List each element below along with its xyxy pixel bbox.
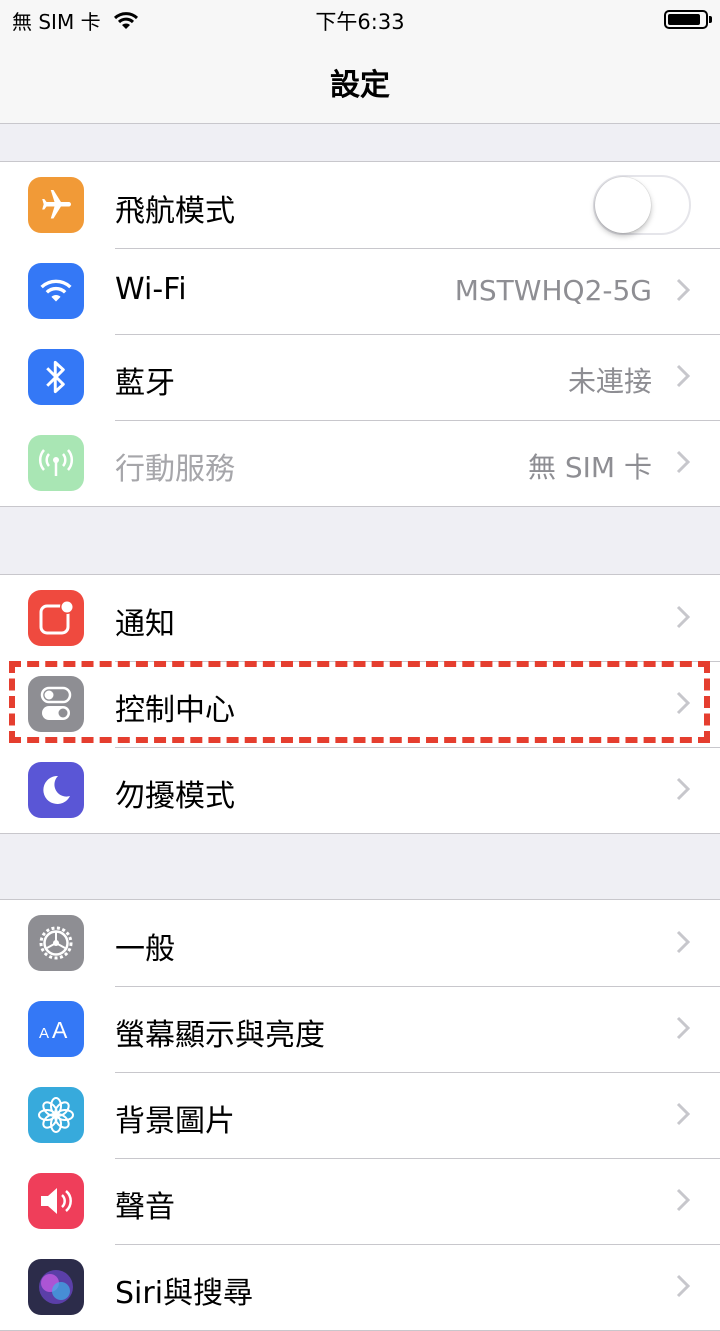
settings-row-label: Siri與搜尋 xyxy=(115,1276,254,1311)
gear-icon xyxy=(28,915,84,971)
wifi-icon xyxy=(28,263,84,319)
settings-group-general: 一般 A A 螢幕顯示與亮度 背景圖片 聲音 Siri與搜尋 xyxy=(0,899,720,1331)
battery-icon xyxy=(664,10,712,29)
settings-row-label: 藍牙 xyxy=(115,366,175,401)
chevron-right-icon xyxy=(676,777,690,801)
navigation-bar: 設定 xyxy=(0,40,720,124)
settings-row-label: 飛航模式 xyxy=(115,194,235,229)
settings-row-wifi[interactable]: Wi-Fi MSTWHQ2-5G xyxy=(0,248,720,334)
notifications-icon xyxy=(28,590,84,646)
antenna-icon xyxy=(28,435,84,491)
settings-row-bluetooth[interactable]: 藍牙 未連接 xyxy=(0,334,720,420)
page-title: 設定 xyxy=(330,68,390,103)
chevron-right-icon xyxy=(676,1016,690,1040)
settings-group-connectivity: 飛航模式 Wi-Fi MSTWHQ2-5G 藍牙 未連接 行動服務 無 SIM … xyxy=(0,161,720,507)
settings-row-value: MSTWHQ2-5G xyxy=(454,274,652,307)
settings-row-value: 無 SIM 卡 xyxy=(528,451,652,484)
settings-row-wallpaper[interactable]: 背景圖片 xyxy=(0,1072,720,1158)
chevron-right-icon xyxy=(676,1188,690,1212)
settings-row-do-not-disturb[interactable]: 勿擾模式 xyxy=(0,747,720,833)
sound-icon xyxy=(28,1173,84,1229)
settings-row-label: 行動服務 xyxy=(115,452,235,487)
siri-icon xyxy=(28,1259,84,1315)
settings-row-display-brightness[interactable]: A A 螢幕顯示與亮度 xyxy=(0,986,720,1072)
settings-row-label: 聲音 xyxy=(115,1190,175,1225)
settings-row-general[interactable]: 一般 xyxy=(0,900,720,986)
settings-row-label: 背景圖片 xyxy=(115,1104,235,1139)
settings-row-value: 未連接 xyxy=(567,365,652,398)
chevron-right-icon xyxy=(676,1102,690,1126)
status-bar: 無 SIM 卡 下午6:33 xyxy=(0,0,720,40)
chevron-right-icon xyxy=(676,691,690,715)
chevron-right-icon xyxy=(676,450,690,474)
settings-row-airplane-mode: 飛航模式 xyxy=(0,162,720,248)
settings-row-label: 控制中心 xyxy=(115,693,235,728)
svg-text:A: A xyxy=(39,1025,49,1042)
wallpaper-icon xyxy=(28,1087,84,1143)
settings-row-label: 勿擾模式 xyxy=(115,779,235,814)
chevron-right-icon xyxy=(676,278,690,302)
settings-row-sounds[interactable]: 聲音 xyxy=(0,1158,720,1244)
control-center-icon xyxy=(28,676,84,732)
display-brightness-icon: A A xyxy=(28,1001,84,1057)
settings-row-label: 一般 xyxy=(115,932,175,967)
chevron-right-icon xyxy=(676,1274,690,1298)
settings-row-label: 螢幕顯示與亮度 xyxy=(115,1018,325,1053)
airplane-mode-toggle[interactable] xyxy=(593,175,691,235)
moon-icon xyxy=(28,762,84,818)
chevron-right-icon xyxy=(676,364,690,388)
svg-text:A: A xyxy=(52,1017,68,1043)
settings-row-siri-search[interactable]: Siri與搜尋 xyxy=(0,1244,720,1330)
airplane-icon xyxy=(28,177,84,233)
settings-row-label: 通知 xyxy=(115,607,175,642)
bluetooth-icon xyxy=(28,349,84,405)
chevron-right-icon xyxy=(676,930,690,954)
settings-row-control-center[interactable]: 控制中心 xyxy=(0,661,720,747)
settings-group-notifications: 通知 控制中心 勿擾模式 xyxy=(0,574,720,834)
status-time: 下午6:33 xyxy=(315,10,405,34)
chevron-right-icon xyxy=(676,605,690,629)
settings-row-cellular[interactable]: 行動服務 無 SIM 卡 xyxy=(0,420,720,506)
settings-row-label: Wi-Fi xyxy=(115,272,187,307)
settings-row-notifications[interactable]: 通知 xyxy=(0,575,720,661)
toggle-knob xyxy=(595,177,651,233)
